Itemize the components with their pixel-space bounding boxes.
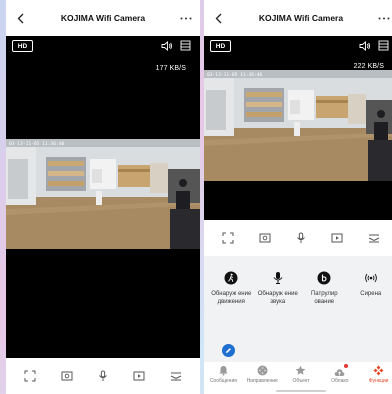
player-controls [6, 358, 200, 394]
speaker-icon[interactable] [359, 40, 371, 52]
bell-icon [219, 366, 228, 376]
fullscreen-icon [222, 232, 234, 244]
collapse-icon [170, 372, 181, 381]
snapshot-icon [259, 233, 271, 243]
collapse-button[interactable] [169, 369, 183, 383]
feature-grid: Обнаруж ение движения Обнаруж ение звука… [204, 256, 392, 307]
hd-quality-toggle[interactable]: HD [12, 40, 33, 52]
feature-label: Обнаруж ение звука [257, 291, 298, 305]
feature-label: Патрулир ование [310, 291, 338, 305]
cloud-icon-wrap [334, 364, 349, 376]
home-indicator [276, 390, 326, 392]
fullscreen-icon [24, 370, 36, 382]
feature-label: Обнаруж ение движения [211, 291, 252, 305]
tab-messages[interactable]: Сообщения [205, 365, 241, 384]
fullscreen-button[interactable] [23, 369, 37, 383]
cloud-icon [335, 369, 345, 376]
record-button[interactable] [330, 231, 344, 245]
tab-label: Объект [292, 378, 310, 384]
edit-functions-button[interactable] [222, 344, 235, 357]
top-bar: KOJIMA Wifi Camera [204, 0, 392, 36]
tab-label: Функции [368, 378, 389, 384]
tab-cloud[interactable]: Облако [322, 364, 358, 384]
tab-label: Облако [331, 378, 349, 384]
page-title: KOJIMA Wifi Camera [258, 13, 344, 23]
pencil-icon [226, 348, 231, 353]
right-phone-screen: KOJIMA Wifi Camera HD 222 KB/S 03-13-11-… [204, 0, 392, 394]
sound-detection-button[interactable]: Обнаруж ение звука [257, 270, 299, 307]
functions-panel: Обнаруж ение движения Обнаруж ение звука… [204, 256, 392, 362]
camera-viewer[interactable]: HD 222 KB/S 03-13-11-05 11:36:46 [204, 36, 392, 220]
motion-detection-button[interactable]: Обнаруж ение движения [210, 270, 252, 307]
more-button[interactable] [179, 10, 193, 26]
feature-label: Сирена [360, 291, 382, 297]
more-dots-icon [180, 17, 192, 19]
microphone-button[interactable] [294, 231, 308, 245]
microphone-button[interactable] [96, 369, 110, 383]
feed-timestamp: 03-13-11-05 11:36:40 [9, 142, 65, 147]
back-button[interactable] [12, 9, 28, 27]
player-controls [204, 220, 392, 256]
more-dots-icon [378, 17, 390, 19]
chevron-left-icon [17, 13, 23, 23]
motion-walk-icon [223, 270, 239, 286]
microphone-icon [99, 370, 107, 381]
functions-icon [373, 365, 384, 376]
split-view-icon[interactable] [180, 40, 191, 51]
left-phone-screen: KOJIMA Wifi Camera HD 177 KB/S 03-13-11-… [6, 0, 200, 394]
back-button[interactable] [210, 9, 226, 27]
collapse-button[interactable] [367, 231, 381, 245]
data-rate-readout: 222 KB/S [353, 63, 384, 70]
siren-icon [363, 270, 379, 286]
split-view-icon[interactable] [378, 40, 389, 51]
collapse-icon [368, 234, 379, 243]
fullscreen-button[interactable] [221, 231, 235, 245]
record-icon [331, 233, 343, 243]
notification-dot [344, 364, 349, 368]
camera-feed-image: 03-13-11-05 11:36:46 [204, 70, 392, 181]
tab-label: Сообщения [209, 378, 237, 384]
tab-label: Направление [246, 378, 278, 384]
tab-functions[interactable]: Функции [361, 365, 392, 384]
top-bar: KOJIMA Wifi Camera [6, 0, 200, 36]
camera-feed-image: 03-13-11-05 11:36:40 [6, 139, 200, 249]
patrol-icon [316, 270, 332, 286]
microphone-icon [297, 232, 305, 243]
snapshot-button[interactable] [258, 231, 272, 245]
star-icon [296, 365, 306, 375]
sound-mic-icon [270, 270, 286, 286]
speaker-icon[interactable] [161, 40, 173, 52]
feed-timestamp: 03-13-11-05 11:36:46 [207, 73, 263, 78]
snapshot-icon [61, 371, 73, 381]
hd-quality-toggle[interactable]: HD [210, 40, 231, 52]
direction-icon [257, 365, 268, 376]
data-rate-readout: 177 KB/S [155, 65, 186, 72]
snapshot-button[interactable] [60, 369, 74, 383]
record-button[interactable] [132, 369, 146, 383]
camera-viewer[interactable]: HD 177 KB/S 03-13-11-05 11:36:40 [6, 36, 200, 358]
siren-button[interactable]: Сирена [350, 270, 392, 307]
chevron-left-icon [215, 13, 221, 23]
tab-object[interactable]: Объект [283, 365, 319, 384]
patrol-button[interactable]: Патрулир ование [303, 270, 345, 307]
page-title: KOJIMA Wifi Camera [60, 13, 146, 23]
record-icon [133, 371, 145, 381]
more-button[interactable] [377, 10, 391, 26]
tab-direction[interactable]: Направление [244, 365, 280, 384]
